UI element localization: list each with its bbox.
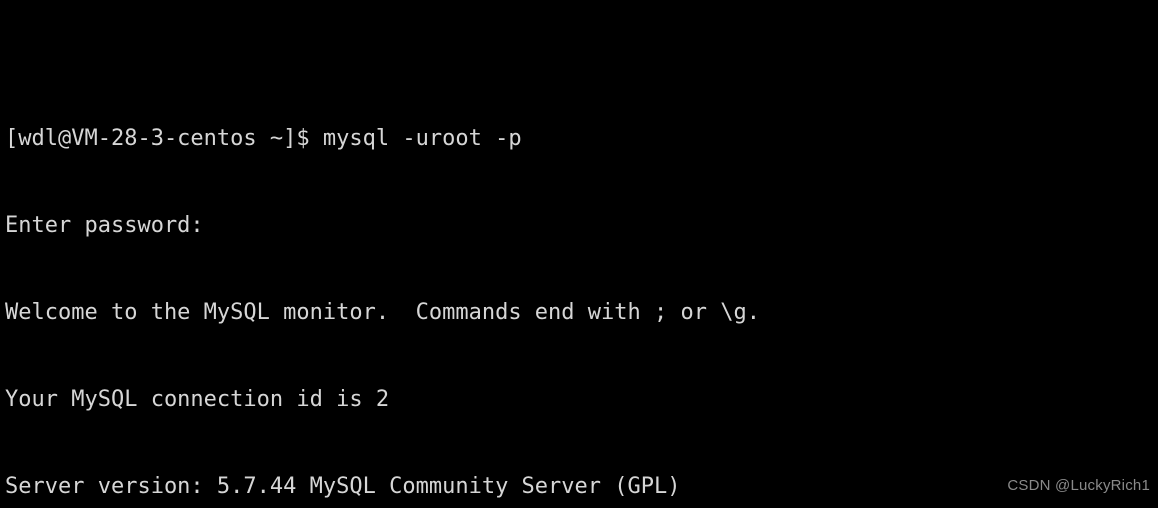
csdn-watermark: CSDN @LuckyRich1: [1007, 477, 1150, 494]
terminal-output-buffer: [wdl@VM-28-3-centos ~]$ mysql -uroot -p …: [5, 0, 1038, 508]
terminal-line: Your MySQL connection id is 2: [5, 387, 390, 412]
terminal-line: Enter password:: [5, 213, 204, 238]
terminal-line: [wdl@VM-28-3-centos ~]$ mysql -uroot -p: [5, 126, 522, 151]
terminal-window[interactable]: [wdl@VM-28-3-centos ~]$ mysql -uroot -p …: [0, 0, 1158, 508]
terminal-line: Server version: 5.7.44 MySQL Community S…: [5, 474, 681, 499]
terminal-line: Welcome to the MySQL monitor. Commands e…: [5, 300, 760, 325]
